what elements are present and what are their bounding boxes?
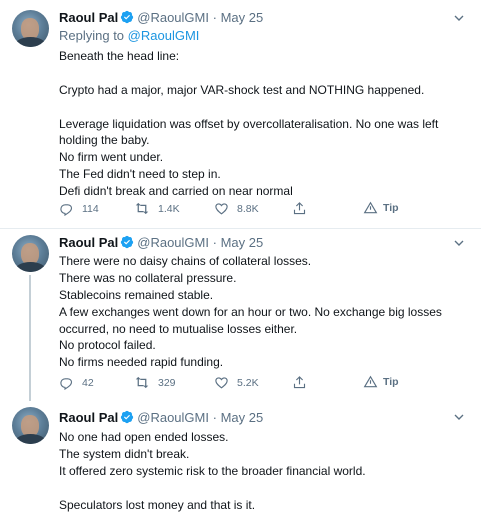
replying-to-link[interactable]: @RaoulGMI bbox=[128, 28, 200, 43]
reply-count: 42 bbox=[82, 376, 94, 389]
tweet-header: Raoul Pal @RaoulGMI · May 25 bbox=[59, 234, 263, 252]
share-button[interactable] bbox=[292, 375, 307, 390]
share-icon bbox=[293, 376, 306, 389]
chevron-down-icon[interactable] bbox=[451, 409, 467, 425]
tweet-text-line: Beneath the head line: bbox=[59, 49, 180, 63]
tweet-1[interactable]: Raoul Pal @RaoulGMI · May 25 Replying to … bbox=[0, 0, 481, 228]
tweet-text-line: Speculators lost money and that is it. bbox=[59, 497, 256, 512]
like-icon bbox=[215, 377, 228, 389]
author-handle[interactable]: @RaoulGMI bbox=[137, 10, 209, 25]
tweet-date[interactable]: May 25 bbox=[221, 235, 264, 250]
tweet-text-line bbox=[59, 65, 469, 82]
tweet-actions: 114 1.4K 8.8K Tip bbox=[59, 201, 459, 219]
tweet-text-line: There were no daisy chains of collateral… bbox=[59, 254, 312, 268]
like-icon bbox=[215, 203, 228, 215]
separator-dot: · bbox=[212, 235, 217, 250]
retweet-icon bbox=[135, 376, 149, 389]
tweet-text-line: It offered zero systemic risk to the bro… bbox=[59, 463, 366, 478]
tweet-actions: 42 329 5.2K Tip bbox=[59, 375, 459, 393]
verified-badge-icon bbox=[121, 10, 134, 24]
reply-button[interactable]: 42 bbox=[59, 375, 94, 390]
tweet-text-line: Defi didn't break and carried on near no… bbox=[59, 184, 293, 199]
share-icon bbox=[293, 202, 306, 215]
author-handle[interactable]: @RaoulGMI bbox=[137, 410, 209, 425]
tweet-text-line: Leverage liquidation was offset by overc… bbox=[59, 116, 439, 131]
tweet-text-line: Crypto had a major, major VAR-shock test… bbox=[59, 82, 425, 97]
replying-prefix: Replying to bbox=[59, 28, 125, 43]
tip-button[interactable]: Tip bbox=[363, 201, 399, 215]
tweet-text-line: No protocol failed. bbox=[59, 338, 156, 353]
like-button[interactable]: 5.2K bbox=[214, 375, 259, 390]
like-count: 5.2K bbox=[237, 376, 259, 389]
reply-icon bbox=[60, 378, 73, 390]
tip-label: Tip bbox=[383, 202, 399, 214]
avatar[interactable] bbox=[12, 10, 49, 47]
separator-dot: · bbox=[212, 410, 217, 425]
tip-button[interactable]: Tip bbox=[363, 375, 399, 389]
tweet-2[interactable]: Raoul Pal @RaoulGMI · May 25 There were n… bbox=[0, 229, 481, 401]
tweet-text-line: No one had open ended losses. bbox=[59, 430, 229, 444]
tip-label: Tip bbox=[383, 376, 399, 388]
author-name[interactable]: Raoul Pal bbox=[59, 235, 118, 250]
retweet-count: 329 bbox=[158, 376, 176, 389]
chevron-down-icon[interactable] bbox=[451, 235, 467, 251]
verified-badge-icon bbox=[121, 410, 134, 424]
avatar[interactable] bbox=[12, 235, 49, 272]
tweet-header: Raoul Pal @RaoulGMI · May 25 bbox=[59, 409, 263, 427]
tweet-date[interactable]: May 25 bbox=[221, 10, 264, 25]
tweet-text-line: There was no collateral pressure. bbox=[59, 270, 237, 285]
author-name[interactable]: Raoul Pal bbox=[59, 10, 118, 25]
tweet-text-line: No firms needed rapid funding. bbox=[59, 355, 224, 370]
retweet-icon bbox=[135, 202, 149, 215]
tweet-text-line: Stablecoins remained stable. bbox=[59, 287, 214, 302]
chevron-down-icon[interactable] bbox=[451, 10, 467, 26]
replying-to: Replying to @RaoulGMI bbox=[59, 27, 199, 45]
thread-connector bbox=[29, 275, 31, 401]
reply-count: 114 bbox=[82, 202, 99, 215]
tweet-header: Raoul Pal @RaoulGMI · May 25 bbox=[59, 9, 263, 27]
share-button[interactable] bbox=[292, 201, 307, 216]
verified-badge-icon bbox=[121, 235, 134, 249]
tweet-text-line: The Fed didn't need to step in. bbox=[59, 167, 221, 182]
avatar[interactable] bbox=[12, 407, 49, 444]
tip-icon bbox=[363, 201, 378, 214]
like-count: 8.8K bbox=[237, 202, 259, 215]
retweet-button[interactable]: 1.4K bbox=[134, 201, 180, 216]
tweet-text-line: A few exchanges went down for an hour or… bbox=[59, 304, 442, 319]
tweet-text: No one had open ended losses. The system… bbox=[59, 429, 469, 513]
separator-dot: · bbox=[212, 10, 217, 25]
tweet-text-line: occurred, no need to mutualise losses ei… bbox=[59, 321, 298, 336]
tweet-text: Beneath the head line: Crypto had a majo… bbox=[59, 48, 469, 200]
retweet-button[interactable]: 329 bbox=[134, 375, 176, 390]
tweet-text-line: holding the baby. bbox=[59, 133, 150, 148]
tweet-text: There were no daisy chains of collateral… bbox=[59, 253, 469, 371]
tweet-text-line: No firm went under. bbox=[59, 150, 164, 165]
like-button[interactable]: 8.8K bbox=[214, 201, 259, 216]
reply-icon bbox=[60, 204, 73, 216]
author-handle[interactable]: @RaoulGMI bbox=[137, 235, 209, 250]
tweet-date[interactable]: May 25 bbox=[221, 410, 264, 425]
reply-button[interactable]: 114 bbox=[59, 201, 99, 216]
tweet-text-line bbox=[59, 99, 469, 116]
author-name[interactable]: Raoul Pal bbox=[59, 410, 118, 425]
tweet-text-line bbox=[59, 480, 469, 497]
tweet-text-line: The system didn't break. bbox=[59, 446, 190, 461]
tweet-3[interactable]: Raoul Pal @RaoulGMI · May 25 No one had o… bbox=[0, 400, 481, 516]
tip-icon bbox=[363, 375, 378, 388]
retweet-count: 1.4K bbox=[158, 202, 180, 215]
